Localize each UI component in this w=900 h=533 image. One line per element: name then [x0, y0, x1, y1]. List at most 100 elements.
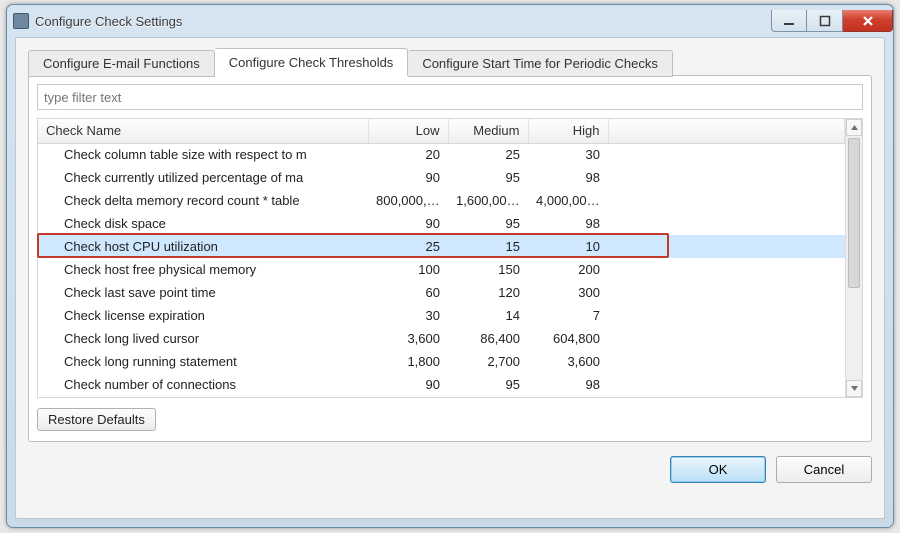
cell-check-name[interactable]: Check column table size with respect to … — [38, 143, 368, 166]
cell-low[interactable]: 100 — [368, 258, 448, 281]
chevron-up-icon — [850, 123, 859, 132]
cell-medium[interactable]: 14 — [448, 304, 528, 327]
cell-spacer — [608, 166, 845, 189]
cell-spacer — [608, 143, 845, 166]
cell-low[interactable]: 90 — [368, 212, 448, 235]
cell-spacer — [608, 212, 845, 235]
cell-check-name[interactable]: Check last save point time — [38, 281, 368, 304]
cell-high[interactable]: 200 — [528, 258, 608, 281]
cell-medium[interactable]: 86,400 — [448, 327, 528, 350]
cell-medium[interactable]: 15 — [448, 235, 528, 258]
table-row[interactable]: Check last save point time60120300 — [38, 281, 845, 304]
cell-high[interactable]: 300 — [528, 281, 608, 304]
cell-high[interactable]: 4,000,000... — [528, 189, 608, 212]
cell-check-name[interactable]: Check delta memory record count * table — [38, 189, 368, 212]
minimize-icon — [783, 15, 795, 27]
cell-check-name[interactable]: Check license expiration — [38, 304, 368, 327]
cell-check-name[interactable]: Check host free physical memory — [38, 258, 368, 281]
cell-high[interactable]: 30 — [528, 143, 608, 166]
cell-low[interactable]: 90 — [368, 166, 448, 189]
cell-check-name[interactable]: Check long lived cursor — [38, 327, 368, 350]
thresholds-table[interactable]: Check Name Low Medium High Check column … — [38, 119, 845, 396]
cell-low[interactable]: 800,000,0... — [368, 189, 448, 212]
cell-high[interactable]: 98 — [528, 212, 608, 235]
cell-medium[interactable]: 120 — [448, 281, 528, 304]
maximize-icon — [819, 15, 831, 27]
maximize-button[interactable] — [807, 10, 843, 32]
cell-spacer — [608, 327, 845, 350]
col-header-medium[interactable]: Medium — [448, 119, 528, 143]
cell-low[interactable]: 3,600 — [368, 327, 448, 350]
col-header-spacer — [608, 119, 845, 143]
cell-check-name[interactable]: Check number of connections — [38, 373, 368, 396]
minimize-button[interactable] — [771, 10, 807, 32]
col-header-high[interactable]: High — [528, 119, 608, 143]
table-row[interactable]: Check disk space909598 — [38, 212, 845, 235]
cell-medium[interactable]: 95 — [448, 373, 528, 396]
cell-medium[interactable]: 1,600,000... — [448, 189, 528, 212]
cell-check-name[interactable]: Check currently utilized percentage of m… — [38, 166, 368, 189]
cell-low[interactable]: 60 — [368, 281, 448, 304]
thresholds-table-container: Check Name Low Medium High Check column … — [37, 118, 863, 398]
cell-medium[interactable]: 2,700 — [448, 350, 528, 373]
cell-low[interactable]: 25 — [368, 235, 448, 258]
chevron-down-icon — [850, 384, 859, 393]
titlebar[interactable]: Configure Check Settings — [7, 5, 893, 37]
cell-high[interactable]: 604,800 — [528, 327, 608, 350]
scroll-down-button[interactable] — [846, 380, 862, 397]
cell-high[interactable]: 98 — [528, 373, 608, 396]
window-title: Configure Check Settings — [35, 14, 182, 29]
tab-bar: Configure E-mail Functions Configure Che… — [28, 48, 872, 76]
cell-high[interactable]: 10 — [528, 235, 608, 258]
cell-spacer — [608, 304, 845, 327]
scroll-up-button[interactable] — [846, 119, 862, 136]
cell-spacer — [608, 258, 845, 281]
cell-high[interactable]: 7 — [528, 304, 608, 327]
close-button[interactable] — [843, 10, 893, 32]
cell-spacer — [608, 373, 845, 396]
cell-medium[interactable]: 95 — [448, 212, 528, 235]
table-row[interactable]: Check number of connections909598 — [38, 373, 845, 396]
client-area: Configure E-mail Functions Configure Che… — [15, 37, 885, 519]
cell-check-name[interactable]: Check long running statement — [38, 350, 368, 373]
close-icon — [861, 14, 875, 28]
dialog-button-bar: OK Cancel — [28, 456, 872, 483]
restore-defaults-button[interactable]: Restore Defaults — [37, 408, 156, 431]
table-row[interactable]: Check license expiration30147 — [38, 304, 845, 327]
table-row[interactable]: Check long running statement1,8002,7003,… — [38, 350, 845, 373]
cell-spacer — [608, 235, 845, 258]
ok-button[interactable]: OK — [670, 456, 766, 483]
table-row[interactable]: Check currently utilized percentage of m… — [38, 166, 845, 189]
scroll-track[interactable] — [846, 136, 862, 380]
table-row[interactable]: Check host CPU utilization251510 — [38, 235, 845, 258]
table-row[interactable]: Check host free physical memory100150200 — [38, 258, 845, 281]
col-header-low[interactable]: Low — [368, 119, 448, 143]
table-row[interactable]: Check column table size with respect to … — [38, 143, 845, 166]
scroll-thumb[interactable] — [848, 138, 860, 288]
cell-spacer — [608, 189, 845, 212]
table-row[interactable]: Check delta memory record count * table8… — [38, 189, 845, 212]
cell-low[interactable]: 20 — [368, 143, 448, 166]
table-header-row: Check Name Low Medium High — [38, 119, 845, 143]
app-icon — [13, 13, 29, 29]
cell-low[interactable]: 1,800 — [368, 350, 448, 373]
cell-low[interactable]: 90 — [368, 373, 448, 396]
vertical-scrollbar[interactable] — [845, 119, 862, 397]
cell-high[interactable]: 98 — [528, 166, 608, 189]
cell-medium[interactable]: 95 — [448, 166, 528, 189]
tab-email-functions[interactable]: Configure E-mail Functions — [28, 50, 215, 77]
tab-check-thresholds[interactable]: Configure Check Thresholds — [215, 48, 409, 76]
cell-medium[interactable]: 25 — [448, 143, 528, 166]
col-header-name[interactable]: Check Name — [38, 119, 368, 143]
cell-high[interactable]: 3,600 — [528, 350, 608, 373]
cell-spacer — [608, 350, 845, 373]
cancel-button[interactable]: Cancel — [776, 456, 872, 483]
table-row[interactable]: Check long lived cursor3,60086,400604,80… — [38, 327, 845, 350]
window-controls — [771, 10, 893, 32]
cell-check-name[interactable]: Check disk space — [38, 212, 368, 235]
filter-input[interactable] — [37, 84, 863, 110]
cell-low[interactable]: 30 — [368, 304, 448, 327]
cell-medium[interactable]: 150 — [448, 258, 528, 281]
cell-check-name[interactable]: Check host CPU utilization — [38, 235, 368, 258]
tab-start-time[interactable]: Configure Start Time for Periodic Checks — [408, 50, 673, 77]
